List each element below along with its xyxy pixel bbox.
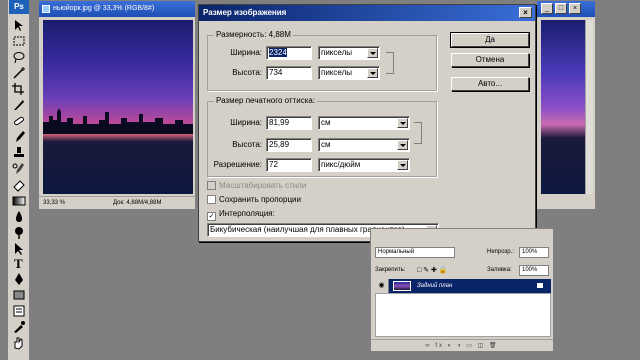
lasso-tool-icon[interactable]: [11, 50, 27, 64]
eyedropper-icon[interactable]: [11, 320, 27, 334]
document-status-bar: 33,33 % Док: 4,88M/4,88M: [39, 196, 195, 209]
print-width-unit-select[interactable]: см: [318, 116, 410, 130]
layer-row-background[interactable]: ◉ Задний план: [375, 279, 551, 293]
fill-label: Заливка:: [487, 267, 512, 273]
dialog-titlebar[interactable]: Размер изображения ×: [199, 5, 535, 21]
constrain-link-bracket: [386, 52, 394, 74]
document-window[interactable]: ньюйорк.jpg @ 33,3% (RGB/8#) 33,33 % Док…: [38, 0, 196, 210]
background-document-titlebar[interactable]: _ □ ×: [537, 1, 595, 17]
magic-wand-icon[interactable]: [11, 66, 27, 80]
print-size-legend: Размер печатного оттиска:: [214, 96, 318, 105]
lock-label: Закрепить:: [375, 267, 406, 273]
svg-text:T: T: [14, 256, 23, 270]
pixel-dimensions-legend: Размерность: 4,88M: [214, 30, 293, 39]
chevron-down-icon[interactable]: [397, 118, 408, 128]
document-canvas[interactable]: [43, 20, 193, 194]
lock-icons[interactable]: □ ✎ ✚ 🔒: [417, 266, 448, 274]
resolution-input[interactable]: 72: [266, 158, 312, 172]
layers-list-area: [375, 293, 551, 337]
maximize-icon[interactable]: □: [555, 3, 567, 14]
eraser-tool-icon[interactable]: [11, 178, 27, 192]
history-brush-icon[interactable]: [11, 162, 27, 176]
pen-tool-icon[interactable]: [11, 272, 27, 286]
photoshop-logo: Ps: [9, 0, 29, 14]
pixel-width-label: Ширина:: [230, 48, 262, 57]
pixel-width-unit-select[interactable]: пикселы: [318, 46, 380, 60]
lock-icon: [537, 283, 543, 288]
constrain-proportions-checkbox[interactable]: Сохранить пропорции: [207, 195, 301, 204]
print-height-unit-select[interactable]: см: [318, 138, 410, 152]
city-skyline-image: [43, 108, 193, 134]
hand-tool-icon[interactable]: [11, 336, 27, 350]
toolbox: Ps T: [8, 0, 30, 360]
background-document-window[interactable]: _ □ ×: [536, 0, 596, 210]
eye-icon[interactable]: ◉: [375, 279, 389, 293]
pixel-dimensions-group: Размерность: 4,88M Ширина: 2324 пикселы …: [207, 30, 437, 91]
gradient-tool-icon[interactable]: [11, 194, 27, 208]
vertical-scrollbar[interactable]: [585, 20, 593, 194]
clone-stamp-icon[interactable]: [11, 146, 27, 160]
opacity-input[interactable]: 100%: [519, 247, 549, 258]
resolution-label: Разрешение:: [213, 160, 262, 169]
chevron-down-icon[interactable]: [367, 68, 378, 78]
print-size-group: Размер печатного оттиска: Ширина: 81,99 …: [207, 96, 437, 177]
shape-tool-icon[interactable]: [11, 288, 27, 302]
brush-tool-icon[interactable]: [11, 130, 27, 144]
healing-brush-icon[interactable]: [11, 114, 27, 128]
print-height-input[interactable]: 25,89: [266, 138, 312, 152]
layer-thumbnail: [393, 281, 411, 291]
checkbox-box: [207, 181, 216, 190]
document-titlebar[interactable]: ньюйорк.jpg @ 33,3% (RGB/8#): [39, 1, 195, 17]
scale-styles-checkbox: Масштабировать стили: [207, 181, 306, 190]
crop-tool-icon[interactable]: [11, 82, 27, 96]
print-link-bracket: [414, 122, 422, 144]
chevron-down-icon[interactable]: [397, 140, 408, 150]
pixel-height-input[interactable]: 734: [266, 66, 312, 80]
pixel-width-input[interactable]: 2324: [266, 46, 312, 60]
chevron-down-icon[interactable]: [397, 160, 408, 170]
notes-tool-icon[interactable]: [11, 304, 27, 318]
dialog-title: Размер изображения: [203, 8, 287, 17]
blur-tool-icon[interactable]: [11, 210, 27, 224]
auto-button[interactable]: Авто...: [451, 77, 529, 91]
dodge-tool-icon[interactable]: [11, 226, 27, 240]
cancel-button[interactable]: Отмена: [451, 53, 529, 67]
blend-mode-select[interactable]: Нормальный: [375, 247, 455, 258]
document-size-info: Док: 4,88M/4,88M: [113, 200, 162, 206]
background-document-canvas[interactable]: [541, 20, 585, 194]
image-size-dialog: Размер изображения × Размерность: 4,88M …: [198, 4, 536, 242]
slice-tool-icon[interactable]: [11, 98, 27, 112]
check-icon[interactable]: ✓: [207, 212, 216, 221]
marquee-tool-icon[interactable]: [11, 34, 27, 48]
fill-input[interactable]: 100%: [519, 265, 549, 276]
print-width-input[interactable]: 81,99: [266, 116, 312, 130]
document-icon: [42, 5, 50, 13]
type-tool-icon[interactable]: T: [11, 256, 27, 271]
document-title: ньюйорк.jpg @ 33,3% (RGB/8#): [53, 5, 155, 12]
checkbox-box[interactable]: [207, 195, 216, 204]
pixel-height-unit-select[interactable]: пикселы: [318, 66, 380, 80]
path-select-icon[interactable]: [11, 242, 27, 256]
print-width-label: Ширина:: [230, 118, 262, 127]
opacity-label: Непрозр.:: [487, 249, 514, 255]
close-icon[interactable]: ×: [519, 7, 532, 18]
resample-checkbox[interactable]: ✓ Интерполяция:: [207, 209, 275, 221]
pixel-height-label: Высота:: [232, 68, 262, 77]
layers-footer-icons[interactable]: ∞ fx ◐ ◑ ▭ ◫ 🗑: [371, 339, 553, 351]
layers-panel: Нормальный Непрозр.: 100% Закрепить: □ ✎…: [370, 228, 554, 352]
minimize-icon[interactable]: _: [541, 3, 553, 14]
chevron-down-icon[interactable]: [367, 48, 378, 58]
move-tool-icon[interactable]: [11, 18, 27, 32]
zoom-level[interactable]: 33,33 %: [43, 200, 65, 206]
close-icon[interactable]: ×: [569, 3, 581, 14]
layer-name: Задний план: [417, 283, 453, 289]
resolution-unit-select[interactable]: пикс/дюйм: [318, 158, 410, 172]
ok-button[interactable]: Да: [450, 32, 530, 48]
print-height-label: Высота:: [232, 140, 262, 149]
